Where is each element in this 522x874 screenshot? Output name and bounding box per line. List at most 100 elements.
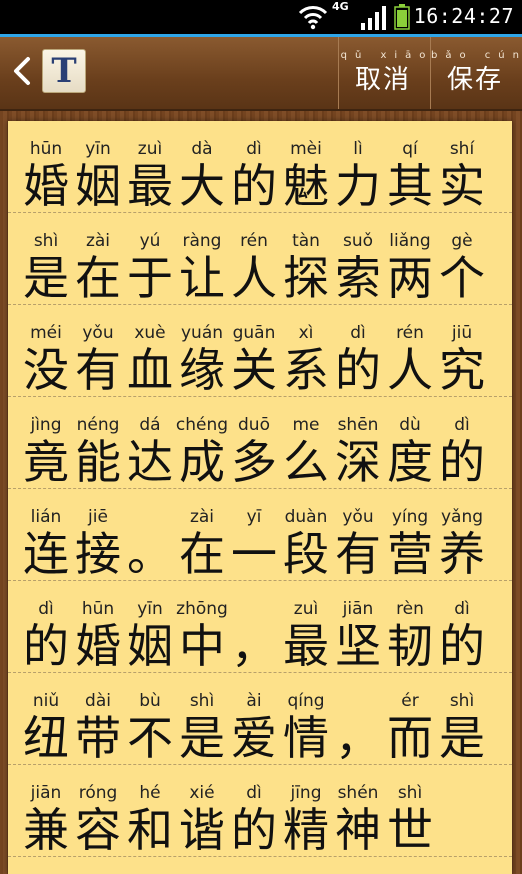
character-cell[interactable]: lì 力 <box>332 121 384 213</box>
character-cell[interactable]: dì 的 <box>436 397 488 489</box>
character-cell[interactable]: yīn 姻 <box>124 581 176 673</box>
status-bar: 4G 16:24:27 <box>0 0 522 37</box>
character-cell[interactable]: róng 容 <box>72 765 124 857</box>
character-cell[interactable]: dà 大 <box>176 121 228 213</box>
character-cell[interactable]: yú 于 <box>124 213 176 305</box>
character-cell[interactable]: yǎng 养 <box>436 489 488 581</box>
cancel-button[interactable]: qǔ xiāo 取消 <box>338 37 427 109</box>
character-cell[interactable]: yuán 缘 <box>176 305 228 397</box>
character-cell[interactable]: shì 世 <box>384 765 436 857</box>
character-cell[interactable]: dì 的 <box>20 581 72 673</box>
text-line: lián 连 jiē 接。 zài 在 yī 一 duàn 段 yǒu 有 yíng 营 yǎng 养 <box>8 489 512 581</box>
character-cell[interactable]: yī 一 <box>228 489 280 581</box>
character-cell[interactable]: shēn 深 <box>332 397 384 489</box>
character-cell[interactable]: rèn 韧 <box>384 581 436 673</box>
character-cell[interactable]: jiān 兼 <box>20 765 72 857</box>
character-cell[interactable]: dù 度 <box>384 397 436 489</box>
character-cell[interactable]: mèi 魅 <box>280 121 332 213</box>
character-cell[interactable]: zuì 最 <box>124 121 176 213</box>
character-cell[interactable]: yǒu 有 <box>332 489 384 581</box>
character-cell[interactable]: liǎng 两 <box>384 213 436 305</box>
hanzi-char: 。 <box>127 527 173 581</box>
character-cell[interactable]: zhōng 中 <box>176 581 228 673</box>
character-cell[interactable]: guān 关 <box>228 305 280 397</box>
character-cell[interactable]: hé 和 <box>124 765 176 857</box>
character-cell[interactable]: shì 是 <box>176 673 228 765</box>
character-cell[interactable]: jiē 接 <box>72 489 124 581</box>
back-icon[interactable] <box>10 51 34 91</box>
hanzi-char: 让 <box>179 251 225 305</box>
cancel-label: 取消 <box>354 65 411 95</box>
character-cell[interactable]: ， <box>332 673 384 765</box>
pinyin-text: shí <box>449 139 475 159</box>
character-cell[interactable]: chéng 成 <box>176 397 228 489</box>
character-cell[interactable]: ér 而 <box>384 673 436 765</box>
character-cell[interactable]: ài 爱 <box>228 673 280 765</box>
battery-icon <box>394 4 410 30</box>
character-cell[interactable]: dì 的 <box>228 121 280 213</box>
character-cell[interactable]: niǔ 纽 <box>20 673 72 765</box>
hanzi-char: 最 <box>127 159 173 213</box>
character-cell[interactable]: zài 在 <box>72 213 124 305</box>
character-cell[interactable]: qíng 情 <box>280 673 332 765</box>
character-cell[interactable]: hūn 婚 <box>20 121 72 213</box>
character-cell[interactable]: suǒ 索 <box>332 213 384 305</box>
character-cell[interactable]: duàn 段 <box>280 489 332 581</box>
character-cell[interactable]: néng 能 <box>72 397 124 489</box>
character-cell[interactable]: dài 带 <box>72 673 124 765</box>
hanzi-char: 的 <box>335 343 381 397</box>
hanzi-char: 两 <box>387 251 433 305</box>
character-cell[interactable]: shì 是 <box>436 673 488 765</box>
character-cell[interactable]: xié 谐 <box>176 765 228 857</box>
save-label: 保存 <box>446 65 503 95</box>
character-cell[interactable]: yīn 姻 <box>72 121 124 213</box>
character-cell[interactable]: yíng 营 <box>384 489 436 581</box>
character-cell[interactable]: jīng 精 <box>280 765 332 857</box>
hanzi-char: 韧 <box>387 619 433 673</box>
character-cell[interactable]: zài 在 <box>176 489 228 581</box>
text-line: dì 的 hūn 婚 yīn 姻 zhōng 中， zuì 最 jiān 坚 rèn 韧 dì 的 <box>8 581 512 673</box>
character-cell[interactable]: dì 的 <box>332 305 384 397</box>
character-cell[interactable]: bù 不 <box>124 673 176 765</box>
hanzi-char: 营 <box>387 527 433 581</box>
character-cell[interactable]: jiū 究 <box>436 305 488 397</box>
save-button[interactable]: bǎo cún 保存 <box>430 37 519 109</box>
character-cell[interactable]: ràng 让 <box>176 213 228 305</box>
character-cell[interactable]: lián 连 <box>20 489 72 581</box>
hanzi-char: 而 <box>387 711 433 765</box>
hanzi-char: 带 <box>75 711 121 765</box>
character-cell[interactable]: me 么 <box>280 397 332 489</box>
hanzi-char: 的 <box>231 803 277 857</box>
character-cell[interactable]: xuè 血 <box>124 305 176 397</box>
character-cell[interactable]: hūn 婚 <box>72 581 124 673</box>
hanzi-char: 能 <box>75 435 121 489</box>
character-cell[interactable]: shí 实 <box>436 121 488 213</box>
character-cell[interactable]: ， <box>228 581 280 673</box>
character-cell[interactable]: jìng 竟 <box>20 397 72 489</box>
hanzi-char: 一 <box>231 527 277 581</box>
character-cell[interactable]: xì 系 <box>280 305 332 397</box>
character-cell[interactable]: dì 的 <box>436 581 488 673</box>
hanzi-char: 究 <box>439 343 485 397</box>
character-cell[interactable]: duō 多 <box>228 397 280 489</box>
character-cell[interactable]: qí 其 <box>384 121 436 213</box>
font-style-button[interactable]: T <box>42 49 86 93</box>
character-cell[interactable]: tàn 探 <box>280 213 332 305</box>
character-cell[interactable]: dá 达 <box>124 397 176 489</box>
character-cell[interactable]: jiān 坚 <box>332 581 384 673</box>
character-cell[interactable]: méi 没 <box>20 305 72 397</box>
character-cell[interactable]: rén 人 <box>384 305 436 397</box>
character-cell[interactable]: 。 <box>124 489 176 581</box>
character-cell[interactable]: rén 人 <box>228 213 280 305</box>
character-cell[interactable]: zuì 最 <box>280 581 332 673</box>
character-cell[interactable]: yǒu 有 <box>72 305 124 397</box>
character-cell[interactable]: shén 神 <box>332 765 384 857</box>
hanzi-char: 大 <box>179 159 225 213</box>
character-cell[interactable]: shì 是 <box>20 213 72 305</box>
hanzi-char: 有 <box>335 527 381 581</box>
character-cell[interactable]: gè 个 <box>436 213 488 305</box>
clock: 16:24:27 <box>413 4 514 28</box>
hanzi-char: 的 <box>439 435 485 489</box>
character-cell[interactable]: dì 的 <box>228 765 280 857</box>
text-paper[interactable]: hūn 婚 yīn 姻 zuì 最 dà 大 dì 的 mèi 魅 lì 力 qí 其 shí 实 shì 是 zài 在… <box>8 121 512 874</box>
